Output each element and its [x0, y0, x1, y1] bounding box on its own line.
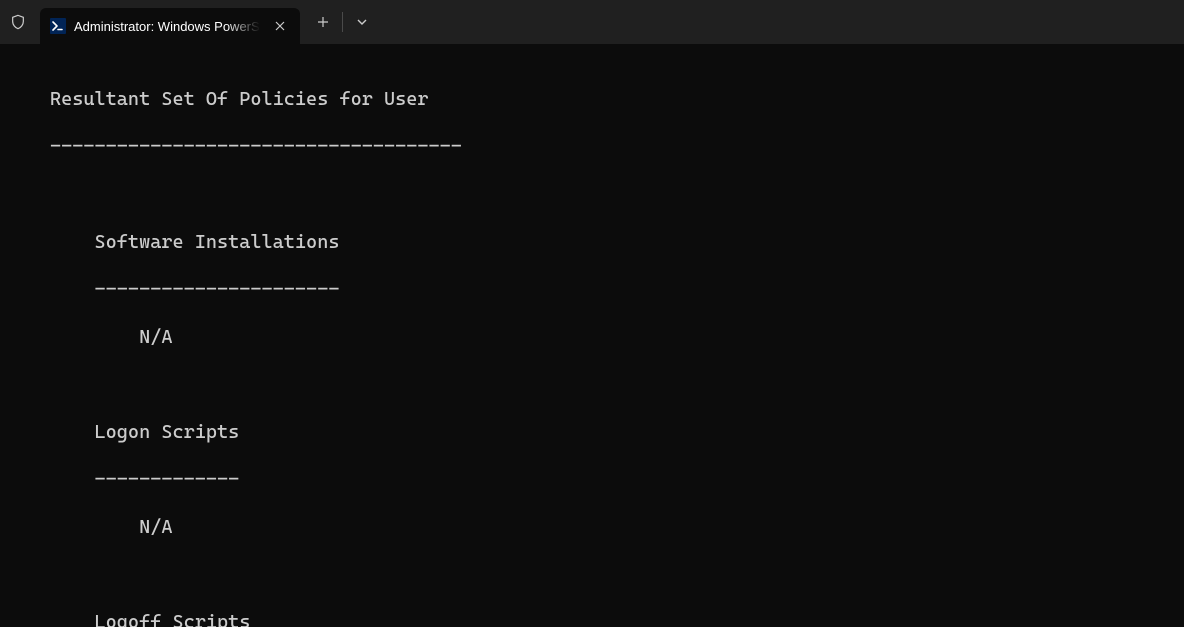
close-tab-button[interactable] — [270, 16, 290, 36]
section-underline: ---------------------- — [50, 278, 1184, 302]
window-titlebar: Administrator: Windows PowerShell — [0, 0, 1184, 44]
blank-line — [50, 183, 1184, 207]
tab-powershell[interactable]: Administrator: Windows PowerShell — [40, 8, 300, 44]
section-value: N/A — [50, 326, 1184, 350]
section-underline: ------------- — [50, 468, 1184, 492]
section-title-software-installations: Software Installations — [50, 231, 1184, 255]
blank-line — [50, 373, 1184, 397]
section-value: N/A — [50, 516, 1184, 540]
section-title-logon-scripts: Logon Scripts — [50, 421, 1184, 445]
new-tab-button[interactable] — [306, 5, 340, 39]
shield-icon — [8, 12, 28, 32]
powershell-icon — [50, 18, 66, 34]
blank-line — [50, 563, 1184, 587]
titlebar-divider — [342, 12, 343, 32]
terminal-output[interactable]: Resultant Set Of Policies for User -----… — [0, 44, 1184, 627]
tab-title: Administrator: Windows PowerShell — [74, 19, 264, 34]
section-title-logoff-scripts: Logoff Scripts — [50, 611, 1184, 627]
tab-dropdown-button[interactable] — [345, 5, 379, 39]
rsop-header-title: Resultant Set Of Policies for User — [50, 88, 1184, 112]
rsop-header-underline: ------------------------------------- — [50, 135, 1184, 159]
